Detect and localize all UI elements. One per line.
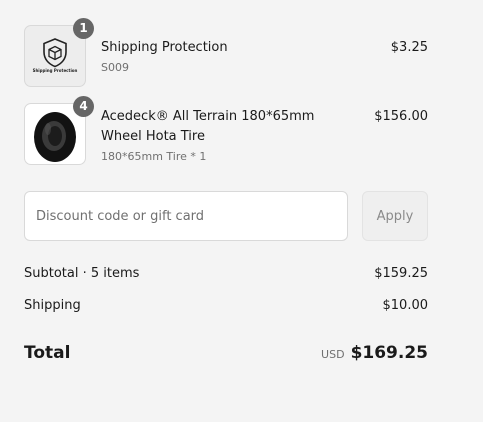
item-title: Acedeck® All Terrain 180*65mm Wheel Hota… (101, 109, 315, 144)
thumbnail-caption: Shipping Protection (32, 68, 78, 73)
item-title: Shipping Protection (101, 40, 228, 55)
subtotal-row: Subtotal · 5 items $159.25 (24, 264, 428, 284)
item-details: Acedeck® All Terrain 180*65mm Wheel Hota… (101, 107, 359, 165)
subtotal-value: $159.25 (374, 266, 428, 281)
order-summary: Shipping Protection 1 Shipping Protectio… (24, 0, 428, 422)
quantity-badge: 4 (73, 96, 94, 117)
apply-discount-button[interactable]: Apply (362, 191, 428, 241)
line-item: Shipping Protection 1 Shipping Protectio… (24, 18, 428, 89)
currency-code: USD (321, 348, 345, 361)
item-details: Shipping Protection S009 (101, 38, 359, 76)
item-price: $3.25 (390, 40, 428, 55)
total-amount: USD $169.25 (321, 340, 428, 368)
item-variant: S009 (101, 61, 129, 74)
quantity-badge: 1 (73, 18, 94, 39)
line-item: 4 Acedeck® All Terrain 180*65mm Wheel Ho… (24, 96, 428, 167)
shipping-label: Shipping (24, 298, 81, 313)
shipping-value: $10.00 (382, 298, 429, 313)
total-value: $169.25 (350, 343, 428, 363)
item-variant: 180*65mm Tire * 1 (101, 150, 207, 163)
item-price: $156.00 (374, 109, 428, 124)
total-row: Total USD $169.25 (24, 340, 428, 366)
discount-code-input[interactable] (24, 191, 348, 241)
shipping-row: Shipping $10.00 (24, 296, 428, 316)
total-label: Total (24, 343, 71, 363)
subtotal-label: Subtotal · 5 items (24, 266, 140, 281)
